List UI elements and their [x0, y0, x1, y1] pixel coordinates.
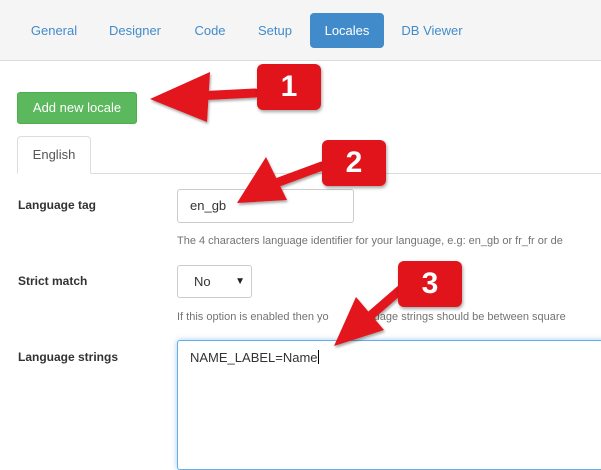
strict-match-help-tail: uage strings should be between square [373, 311, 566, 323]
strict-match-label: Strict match [18, 274, 88, 288]
text-cursor [317, 350, 319, 364]
caret-down-icon: ▼ [235, 276, 245, 287]
add-new-locale-button[interactable]: Add new locale [17, 92, 137, 124]
top-navigation: General Designer Code Setup Locales DB V… [0, 0, 601, 61]
strict-match-help-head: If this option is enabled then yo [177, 311, 329, 323]
tab-setup[interactable]: Setup [245, 13, 305, 48]
annotation-badge-3: 3 [398, 261, 462, 307]
language-strings-textarea[interactable]: NAME_LABEL=Name [177, 340, 601, 470]
arrow-1 [150, 72, 260, 122]
annotation-badge-2: 2 [322, 140, 386, 186]
tab-db-viewer[interactable]: DB Viewer [390, 13, 474, 48]
language-tag-input[interactable]: en_gb [177, 189, 354, 223]
tab-locales[interactable]: Locales [310, 13, 384, 48]
language-tag-help: The 4 characters language identifier for… [177, 235, 563, 247]
tab-general[interactable]: General [17, 13, 91, 48]
locale-tab-english[interactable]: English [17, 136, 91, 174]
annotation-badge-1: 1 [257, 64, 321, 110]
locale-tabs-divider [17, 173, 601, 174]
language-strings-label: Language strings [18, 350, 119, 364]
strict-match-help: If this option is enabled then yo uage st… [177, 311, 566, 323]
language-tag-label: Language tag [18, 198, 97, 212]
strict-match-select[interactable]: No ▼ [177, 265, 252, 298]
tab-code[interactable]: Code [181, 13, 239, 48]
strict-match-value: No [194, 274, 211, 289]
language-strings-value: NAME_LABEL=Name [190, 350, 318, 365]
tab-designer[interactable]: Designer [95, 13, 175, 48]
